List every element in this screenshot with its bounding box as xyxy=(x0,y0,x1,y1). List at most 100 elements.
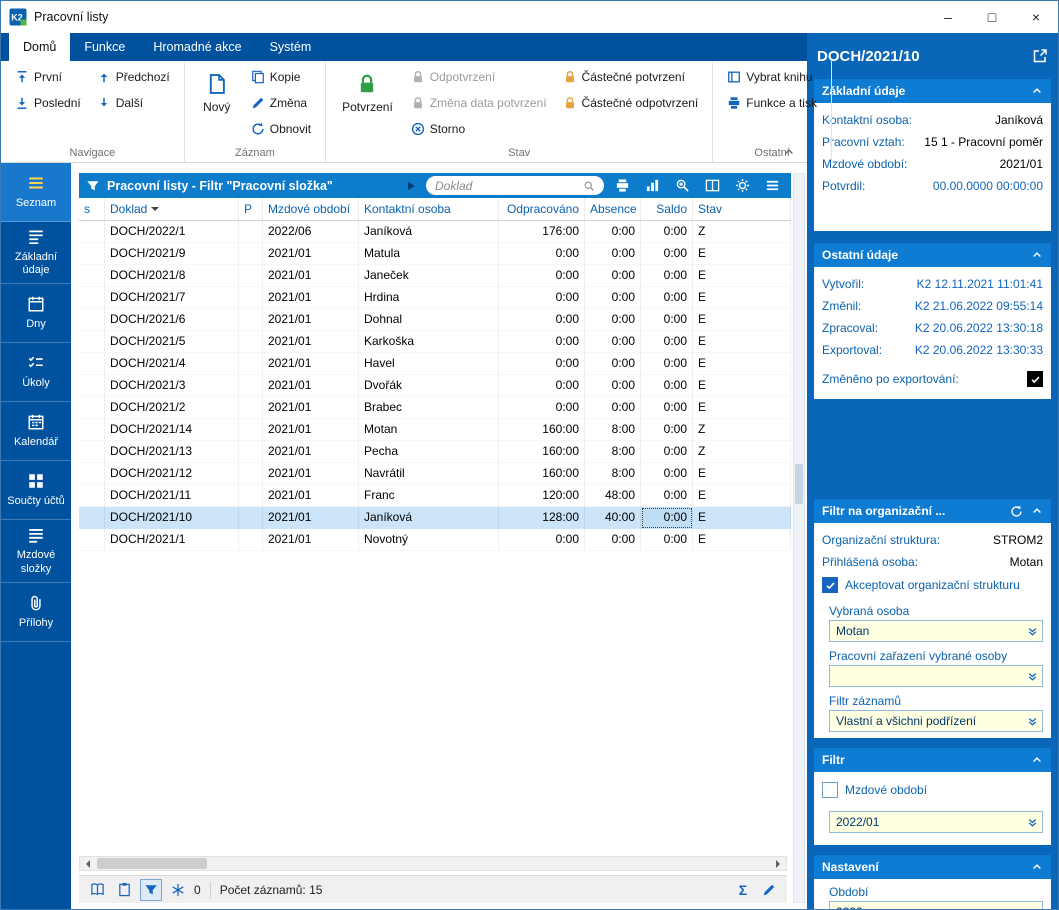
sum-icon[interactable]: Σ xyxy=(732,879,754,901)
cell-obdobi[interactable]: 2021/01 xyxy=(263,507,359,529)
tab-funkce[interactable]: Funkce xyxy=(70,33,139,61)
cell-osoba[interactable]: Pecha xyxy=(359,441,499,463)
sidebar-item-3[interactable]: Úkoly xyxy=(1,343,71,402)
column-header-doklad[interactable]: Doklad xyxy=(105,198,239,220)
chevron-up-icon[interactable] xyxy=(1031,85,1043,97)
cell-stav[interactable]: E xyxy=(693,353,791,375)
mzdove-obdobi-checkbox[interactable] xyxy=(822,782,838,798)
cell-saldo[interactable]: 0:00 xyxy=(641,397,693,419)
cell-saldo[interactable]: 0:00 xyxy=(641,375,693,397)
cell-obdobi[interactable]: 2021/01 xyxy=(263,353,359,375)
cell-empty[interactable] xyxy=(79,485,105,507)
dropdown-icon[interactable] xyxy=(1022,812,1042,832)
column-header-absence[interactable]: Absence xyxy=(585,198,641,220)
cell-empty[interactable] xyxy=(239,287,263,309)
settings-gear-icon[interactable] xyxy=(731,175,754,196)
cell-empty[interactable] xyxy=(79,265,105,287)
cell-doklad[interactable]: DOCH/2021/13 xyxy=(105,441,239,463)
column-header-mzdove-obdobi[interactable]: Mzdové období xyxy=(263,198,359,220)
cell-empty[interactable] xyxy=(79,375,105,397)
cell-obdobi[interactable]: 2022/06 xyxy=(263,221,359,243)
vertical-scroll-thumb[interactable] xyxy=(795,464,803,504)
cell-absence[interactable]: 8:00 xyxy=(585,441,641,463)
cell-absence[interactable]: 0:00 xyxy=(585,287,641,309)
dropdown-icon[interactable] xyxy=(1022,621,1042,641)
cell-osoba[interactable]: Matula xyxy=(359,243,499,265)
cell-absence[interactable]: 8:00 xyxy=(585,419,641,441)
cell-empty[interactable] xyxy=(239,243,263,265)
refresh-icon[interactable] xyxy=(1010,505,1023,518)
cell-absence[interactable]: 0:00 xyxy=(585,331,641,353)
chevron-up-icon[interactable] xyxy=(1031,505,1043,517)
cell-empty[interactable] xyxy=(239,309,263,331)
chart-icon[interactable] xyxy=(641,175,664,196)
cell-empty[interactable] xyxy=(79,353,105,375)
dropdown-icon[interactable] xyxy=(1022,711,1042,731)
cell-odpracovano[interactable]: 0:00 xyxy=(499,265,585,287)
cell-stav[interactable]: Z xyxy=(693,419,791,441)
cell-saldo[interactable]: 0:00 xyxy=(641,353,693,375)
filter-active-icon[interactable] xyxy=(140,879,162,901)
minimize-button[interactable]: – xyxy=(926,1,970,33)
cell-osoba[interactable]: Navrátil xyxy=(359,463,499,485)
cell-empty[interactable] xyxy=(239,507,263,529)
cell-odpracovano[interactable]: 0:00 xyxy=(499,243,585,265)
cell-odpracovano[interactable]: 160:00 xyxy=(499,419,585,441)
column-header-stav[interactable]: Stav xyxy=(693,198,791,220)
freeze-icon[interactable] xyxy=(167,879,189,901)
cell-obdobi[interactable]: 2021/01 xyxy=(263,331,359,353)
book-view-icon[interactable] xyxy=(86,879,108,901)
cell-doklad[interactable]: DOCH/2021/7 xyxy=(105,287,239,309)
cell-saldo[interactable]: 0:00 xyxy=(641,287,693,309)
cell-obdobi[interactable]: 2021/01 xyxy=(263,397,359,419)
cell-empty[interactable] xyxy=(79,441,105,463)
cell-stav[interactable]: E xyxy=(693,507,791,529)
cell-odpracovano[interactable]: 120:00 xyxy=(499,485,585,507)
next-button[interactable]: Další xyxy=(91,91,176,115)
cell-empty[interactable] xyxy=(239,331,263,353)
zoom-plus-icon[interactable] xyxy=(671,175,694,196)
cell-osoba[interactable]: Brabec xyxy=(359,397,499,419)
cell-stav[interactable]: E xyxy=(693,265,791,287)
chevron-up-icon[interactable] xyxy=(1031,249,1043,261)
cell-empty[interactable] xyxy=(239,397,263,419)
change-button[interactable]: Změna xyxy=(245,91,317,115)
cell-stav[interactable]: Z xyxy=(693,221,791,243)
column-header-kontaktni-osoba[interactable]: Kontaktní osoba xyxy=(359,198,499,220)
table-row[interactable]: DOCH/2021/132021/01Pecha160:008:000:00Z xyxy=(79,441,791,463)
obdobi-dropdown[interactable]: 2022 xyxy=(829,901,1043,909)
cell-empty[interactable] xyxy=(239,441,263,463)
cell-empty[interactable] xyxy=(239,265,263,287)
scroll-left-arrow[interactable] xyxy=(80,857,95,870)
first-button[interactable]: První xyxy=(9,65,87,89)
sidebar-item-2[interactable]: Dny xyxy=(1,284,71,343)
form-view-icon[interactable] xyxy=(113,879,135,901)
ribbon-collapse-icon[interactable] xyxy=(783,146,795,158)
job-dropdown[interactable] xyxy=(829,665,1043,687)
cell-absence[interactable]: 0:00 xyxy=(585,353,641,375)
cell-empty[interactable] xyxy=(79,507,105,529)
cell-stav[interactable]: E xyxy=(693,397,791,419)
cell-absence[interactable]: 0:00 xyxy=(585,397,641,419)
cell-absence[interactable]: 0:00 xyxy=(585,309,641,331)
cell-osoba[interactable]: Dohnal xyxy=(359,309,499,331)
cell-saldo[interactable]: 0:00 xyxy=(641,529,693,551)
cell-doklad[interactable]: DOCH/2021/12 xyxy=(105,463,239,485)
cell-doklad[interactable]: DOCH/2021/8 xyxy=(105,265,239,287)
cell-odpracovano[interactable]: 0:00 xyxy=(499,353,585,375)
cell-empty[interactable] xyxy=(239,221,263,243)
cell-osoba[interactable]: Janeček xyxy=(359,265,499,287)
cell-doklad[interactable]: DOCH/2021/9 xyxy=(105,243,239,265)
cell-stav[interactable]: E xyxy=(693,331,791,353)
cell-saldo[interactable]: 0:00 xyxy=(641,265,693,287)
cell-stav[interactable]: E xyxy=(693,309,791,331)
cell-odpracovano[interactable]: 0:00 xyxy=(499,309,585,331)
cell-stav[interactable]: E xyxy=(693,287,791,309)
scroll-thumb[interactable] xyxy=(97,858,207,869)
previous-button[interactable]: Předchozí xyxy=(91,65,176,89)
sidebar-item-5[interactable]: Součty účtů xyxy=(1,461,71,520)
cell-stav[interactable]: E xyxy=(693,463,791,485)
cell-doklad[interactable]: DOCH/2021/4 xyxy=(105,353,239,375)
cell-empty[interactable] xyxy=(79,309,105,331)
cell-odpracovano[interactable]: 0:00 xyxy=(499,529,585,551)
